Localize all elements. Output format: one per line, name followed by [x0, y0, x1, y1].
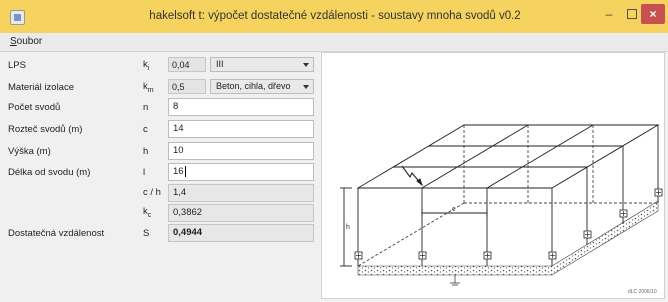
count-label: Počet svodů	[8, 102, 61, 113]
minimize-button[interactable]: –	[598, 4, 620, 24]
lps-label: LPS	[8, 60, 26, 71]
chevron-down-icon	[303, 85, 309, 89]
drawing-credit: dLC 2006/10	[628, 289, 657, 295]
maximize-button[interactable]	[621, 4, 641, 24]
title-bar: hakelsoft t: výpočet dostatečné vzdáleno…	[0, 0, 668, 34]
kc-output: 0,3862	[168, 204, 314, 222]
building-diagram: h c dLC 2006/10	[321, 52, 665, 299]
spacing-label: Rozteč svodů (m)	[8, 124, 83, 135]
result-label: Dostatečná vzdálenost	[8, 228, 105, 239]
l-symbol: l	[143, 167, 146, 178]
menu-bar: Soubor	[0, 33, 668, 52]
building-diagram-svg: h c dLC 2006/10	[340, 124, 663, 295]
dimension-c-label: c	[452, 206, 456, 213]
app-icon	[10, 10, 25, 25]
chevron-down-icon	[303, 63, 309, 67]
material-select[interactable]: Beton, cihla, dřevo	[210, 79, 314, 94]
km-value: 0,5	[168, 79, 206, 94]
ki-symbol: ki	[143, 59, 150, 72]
text-caret	[184, 165, 186, 177]
c-symbol: c	[143, 124, 148, 135]
result-output: 0,4944	[168, 224, 314, 242]
ratio-symbol: c / h	[143, 187, 161, 198]
count-input[interactable]: 8	[168, 98, 314, 116]
n-symbol: n	[143, 102, 149, 113]
close-button[interactable]: ×	[641, 4, 665, 24]
ki-value: 0,04	[168, 57, 206, 72]
km-symbol: km	[143, 81, 154, 94]
length-label: Délka od svodu (m)	[8, 167, 91, 178]
s-symbol: S	[143, 228, 150, 239]
kc-symbol: kc	[143, 206, 152, 219]
menu-item-soubor[interactable]: Soubor	[10, 36, 42, 47]
h-symbol: h	[143, 146, 149, 157]
height-input[interactable]: 10	[168, 142, 314, 160]
dimension-h-label: h	[346, 224, 350, 231]
window-title: hakelsoft t: výpočet dostatečné vzdáleno…	[149, 10, 521, 22]
input-panel: LPS ki 0,04 III Materiál izolace km 0,5 …	[0, 52, 320, 302]
height-label: Výška (m)	[8, 146, 51, 157]
lps-class-select[interactable]: III	[210, 57, 314, 72]
ratio-output: 1,4	[168, 184, 314, 202]
material-label: Materiál izolace	[8, 82, 74, 93]
spacing-input[interactable]: 14	[168, 120, 314, 138]
length-input[interactable]: 16	[168, 163, 314, 181]
